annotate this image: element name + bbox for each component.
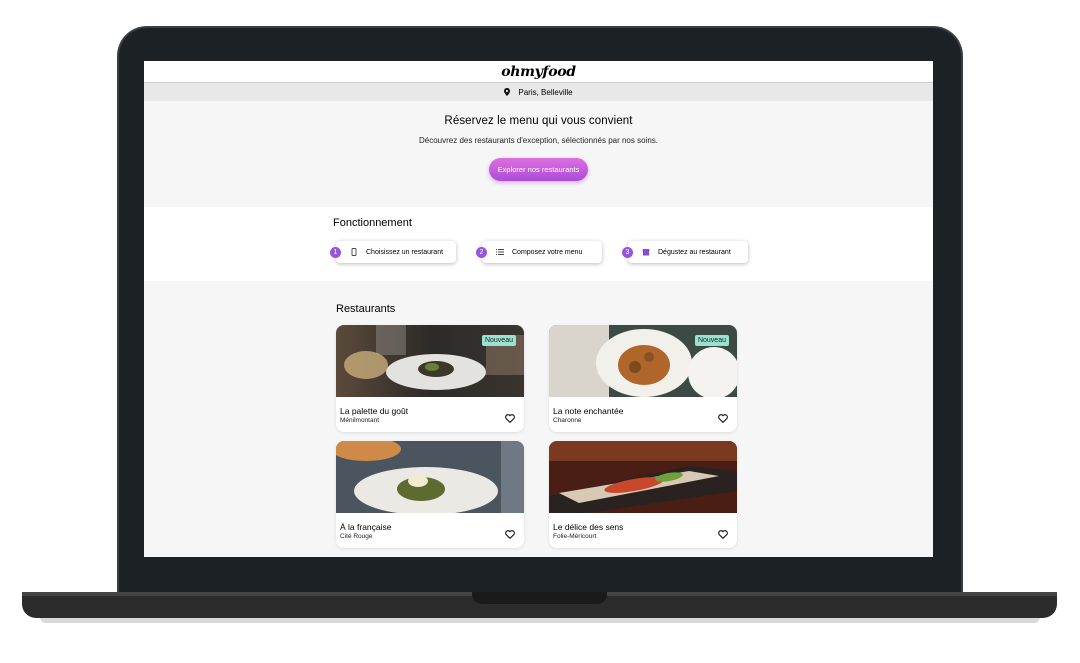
store-icon [642,248,650,256]
restaurant-area: Cité Rouge [340,533,373,540]
restaurant-photo [336,441,524,513]
step-3[interactable]: 3 Dégustez au restaurant [622,241,748,265]
step-number: 3 [622,247,633,258]
restaurant-photo [549,441,737,513]
step-label: Dégustez au restaurant [658,248,731,256]
hero-section: Réservez le menu qui vous convient Décou… [144,101,933,207]
restaurants-section: Restaurants Nouveau La palette du goût M… [144,281,933,557]
step-1[interactable]: 1 Choisissez un restaurant [330,241,456,265]
laptop-notch [472,592,607,604]
location-bar: Paris, Belleville [144,83,933,101]
site-header: ohmyfood [144,61,933,83]
restaurant-area: Ménilmontant [340,417,380,424]
restaurant-area: Folie-Méricourt [553,533,597,540]
location-pin-icon [504,88,511,96]
steps-list: 1 Choisissez un restaurant 2 Composez vo… [330,241,748,265]
hero-subtitle: Découvrez des restaurants d'exception, s… [419,136,658,145]
step-label: Composez votre menu [512,248,583,256]
how-it-works-section: Fonctionnement 1 Choisissez un restauran… [144,207,933,281]
restaurant-area: Charonne [553,417,582,424]
step-card: Dégustez au restaurant [628,241,748,263]
restaurant-name: Le délice des sens [553,522,624,532]
restaurant-card[interactable]: Nouveau La note enchantée Charonne [549,325,737,432]
step-number: 2 [476,247,487,258]
restaurant-card[interactable]: À la française Cité Rouge [336,441,524,548]
heart-icon[interactable] [718,526,728,540]
step-card: Choisissez un restaurant [336,241,456,263]
phone-icon [350,248,358,256]
restaurant-name: La note enchantée [553,406,624,416]
how-it-works-title: Fonctionnement [333,217,412,229]
heart-icon[interactable] [505,526,515,540]
location-label: Paris, Belleville [518,87,573,97]
new-badge: Nouveau [694,335,729,346]
restaurant-card[interactable]: Nouveau La palette du goût Ménilmontant [336,325,524,432]
heart-icon[interactable] [505,410,515,424]
heart-icon[interactable] [718,410,728,424]
step-card: Composez votre menu [482,241,602,263]
list-icon [496,248,504,256]
restaurants-title: Restaurants [336,303,396,315]
step-number: 1 [330,247,341,258]
restaurant-name: La palette du goût [340,406,409,416]
explore-restaurants-button[interactable]: Explorer nos restaurants [488,158,589,181]
restaurant-name: À la française [340,522,392,532]
new-badge: Nouveau [481,335,516,346]
step-label: Choisissez un restaurant [366,248,444,256]
step-2[interactable]: 2 Composez votre menu [476,241,602,265]
restaurant-card[interactable]: Le délice des sens Folie-Méricourt [549,441,737,548]
site-logo[interactable]: ohmyfood [501,64,576,80]
laptop-screen: ohmyfood Paris, Belleville Réservez le m… [144,61,933,557]
hero-title: Réservez le menu qui vous convient [444,115,633,127]
